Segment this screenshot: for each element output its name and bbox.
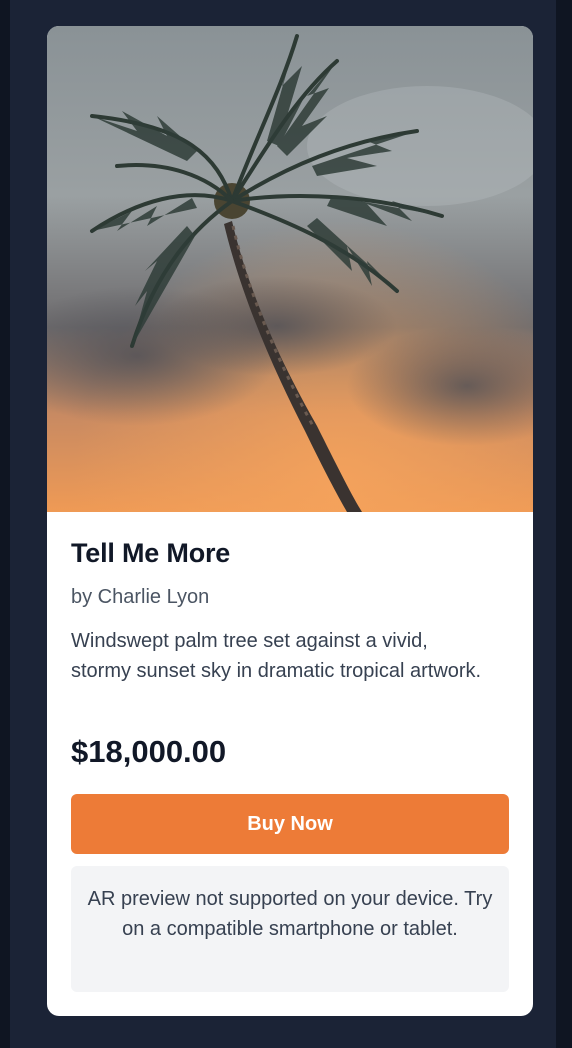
- artwork-image[interactable]: [47, 26, 533, 512]
- artist-name: by Charlie Lyon: [71, 586, 210, 608]
- buy-now-button[interactable]: Buy Now: [71, 794, 509, 854]
- artwork-description: Windswept palm tree set against a vivid,…: [71, 630, 482, 682]
- ar-unsupported-notice: AR preview not supported on your device.…: [71, 866, 509, 992]
- product-card: Tell Me More by Charlie Lyon Windswept p…: [47, 26, 533, 1016]
- artwork-price: $18,000.00: [71, 734, 227, 769]
- artwork-title: Tell Me More: [71, 538, 231, 568]
- ar-notice-text: AR preview not supported on your device.…: [87, 888, 493, 940]
